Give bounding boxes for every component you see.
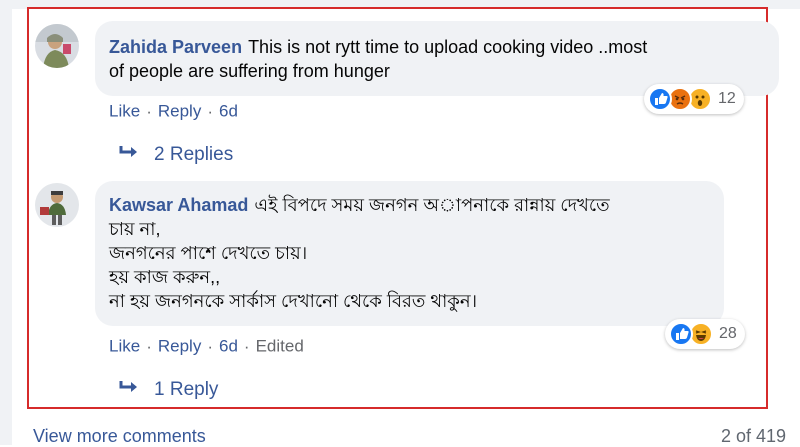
replies-label: 2 Replies xyxy=(154,144,234,165)
comment-line: This is not rytt time to upload cooking … xyxy=(248,37,648,57)
comment-line: হয় কাজ করুন,, xyxy=(109,267,221,287)
avatar-kawsar[interactable] xyxy=(35,183,79,227)
reactions-summary[interactable]: 28 xyxy=(665,319,745,349)
like-icon xyxy=(648,87,672,111)
reply-link[interactable]: Reply xyxy=(158,337,201,356)
avatar-zahida[interactable] xyxy=(35,24,79,68)
comment-author[interactable]: Zahida Parveen xyxy=(109,37,242,57)
comment-actions: Like · Reply · 6d xyxy=(109,101,238,121)
comment-line: জনগনের পাশে দেখতে চায়। xyxy=(109,243,308,263)
comment-text: Zahida Parveen This is not rytt time to u… xyxy=(109,35,769,83)
comment-pagination: 2 of 419 xyxy=(720,426,786,446)
replies-label: 1 Reply xyxy=(154,379,219,400)
like-link[interactable]: Like xyxy=(109,337,140,356)
reactions-summary[interactable]: 12 xyxy=(644,84,744,114)
comment-line: এই বিপদে সময় জনগন অাপনাকে রান্নায় দেখত… xyxy=(254,195,610,215)
view-replies-button[interactable]: 1 Reply xyxy=(118,379,218,401)
reaction-count: 12 xyxy=(718,90,736,107)
comment-text: Kawsar Ahamad এই বিপদে সময় জনগন অাপনাকে … xyxy=(109,193,719,313)
edited-label: Edited xyxy=(255,336,304,356)
left-gutter xyxy=(0,0,12,445)
like-icon xyxy=(669,322,693,346)
comment-author[interactable]: Kawsar Ahamad xyxy=(109,195,248,215)
timestamp[interactable]: 6d xyxy=(219,102,238,121)
reply-link[interactable]: Reply xyxy=(158,102,201,121)
comment-actions: Like · Reply · 6d · Edited xyxy=(109,336,304,356)
reply-arrow-icon xyxy=(118,144,140,166)
comment-line: চায় না, xyxy=(109,219,161,239)
reply-arrow-icon xyxy=(118,379,140,401)
view-replies-button[interactable]: 2 Replies xyxy=(118,144,233,166)
timestamp[interactable]: 6d xyxy=(219,337,238,356)
like-link[interactable]: Like xyxy=(109,102,140,121)
reaction-count: 28 xyxy=(719,325,737,342)
comment-line: না হয় জনগনকে সার্কাস দেখানো থেকে বিরত থ… xyxy=(109,291,478,311)
view-more-comments-link[interactable]: View more comments xyxy=(33,426,206,447)
comment-line: of people are suffering from hunger xyxy=(109,61,390,81)
